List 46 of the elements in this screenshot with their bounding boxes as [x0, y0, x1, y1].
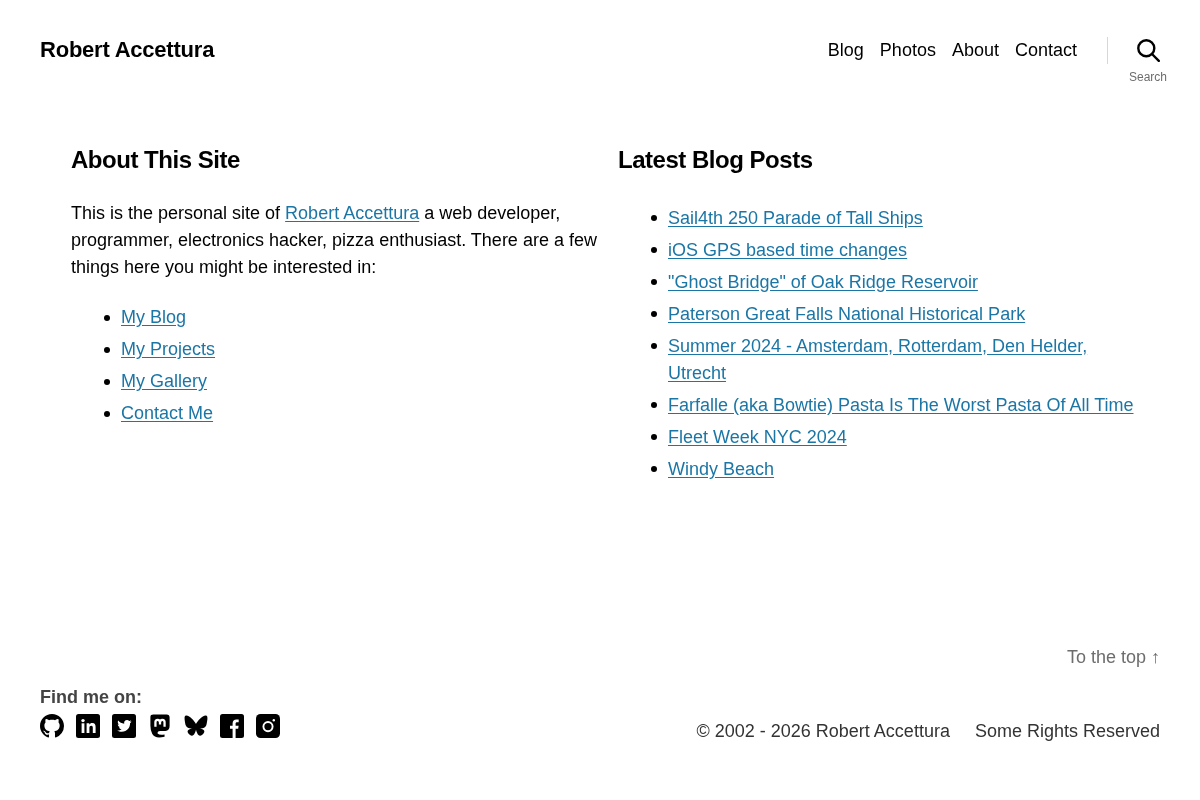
facebook-icon[interactable] [220, 714, 244, 738]
bullet-icon [651, 279, 657, 285]
name-link[interactable]: Robert Accettura [285, 203, 420, 223]
bullet-icon [651, 402, 657, 408]
intro-paragraph: This is the personal site of Robert Accettura a web developer, programmer, electronics hacker, pizza enthusiast. There are a few things here you might be interested in: [71, 202, 598, 279]
rights-text: Some Rights Reserved [974, 720, 1160, 743]
bullet-icon [104, 346, 110, 353]
page-link[interactable]: My Gallery [121, 368, 207, 395]
bullet-icon [651, 466, 657, 472]
copyright-text: © 2002 - 2026 Robert Accettura [696, 720, 950, 743]
bullet-icon [651, 215, 657, 221]
nav-link[interactable]: Contact [1014, 36, 1077, 64]
nav-link[interactable]: About [951, 36, 999, 64]
bullet-icon [104, 410, 110, 417]
post-link[interactable]: Sail4th 250 Parade of Tall Ships [668, 204, 923, 232]
bullet-icon [104, 314, 110, 321]
page-link[interactable]: Contact Me [121, 400, 214, 427]
nav-link[interactable]: Blog [827, 36, 864, 64]
bullet-icon [651, 434, 657, 440]
page-link[interactable]: My Projects [121, 336, 216, 363]
butterfly-icon[interactable] [184, 714, 208, 738]
search-icon [1136, 38, 1160, 62]
page-link[interactable]: My Blog [121, 304, 187, 331]
post-link[interactable]: Windy Beach [668, 455, 775, 483]
post-link[interactable]: Fleet Week NYC 2024 [668, 423, 847, 451]
post-link[interactable]: iOS GPS based time changes [668, 236, 908, 264]
bullet-icon [651, 343, 657, 349]
nav-link[interactable]: Photos [879, 36, 936, 64]
post-link[interactable]: Farfalle (aka Bowtie) Pasta Is The Worst Pasta Of All Time [668, 391, 1134, 419]
to-top-link[interactable]: To the top ↑ [1066, 643, 1160, 671]
bullet-icon [104, 378, 110, 385]
instagram-icon[interactable] [256, 714, 280, 738]
post-link[interactable]: "Ghost Bridge" of Oak Ridge Reservoir [668, 268, 978, 296]
section-heading: About This Site [71, 145, 241, 175]
section-heading: Latest Blog Posts [618, 145, 814, 175]
site-title-link[interactable]: Robert Accettura [40, 36, 215, 64]
twitter-bird-icon[interactable] [112, 714, 136, 738]
search-button[interactable]: Search [1128, 38, 1168, 84]
find-me-label: Find me on: [40, 685, 143, 709]
bullet-icon [651, 247, 657, 253]
mastodon-icon[interactable] [148, 714, 172, 738]
post-link[interactable]: Paterson Great Falls National Historical Park [668, 300, 1026, 328]
post-link[interactable]: Summer 2024 - Amsterdam, Rotterdam, Den Helder, Utrecht [668, 332, 1144, 387]
github-icon[interactable] [40, 714, 64, 738]
linkedin-icon[interactable] [76, 714, 100, 738]
bullet-icon [651, 311, 657, 317]
